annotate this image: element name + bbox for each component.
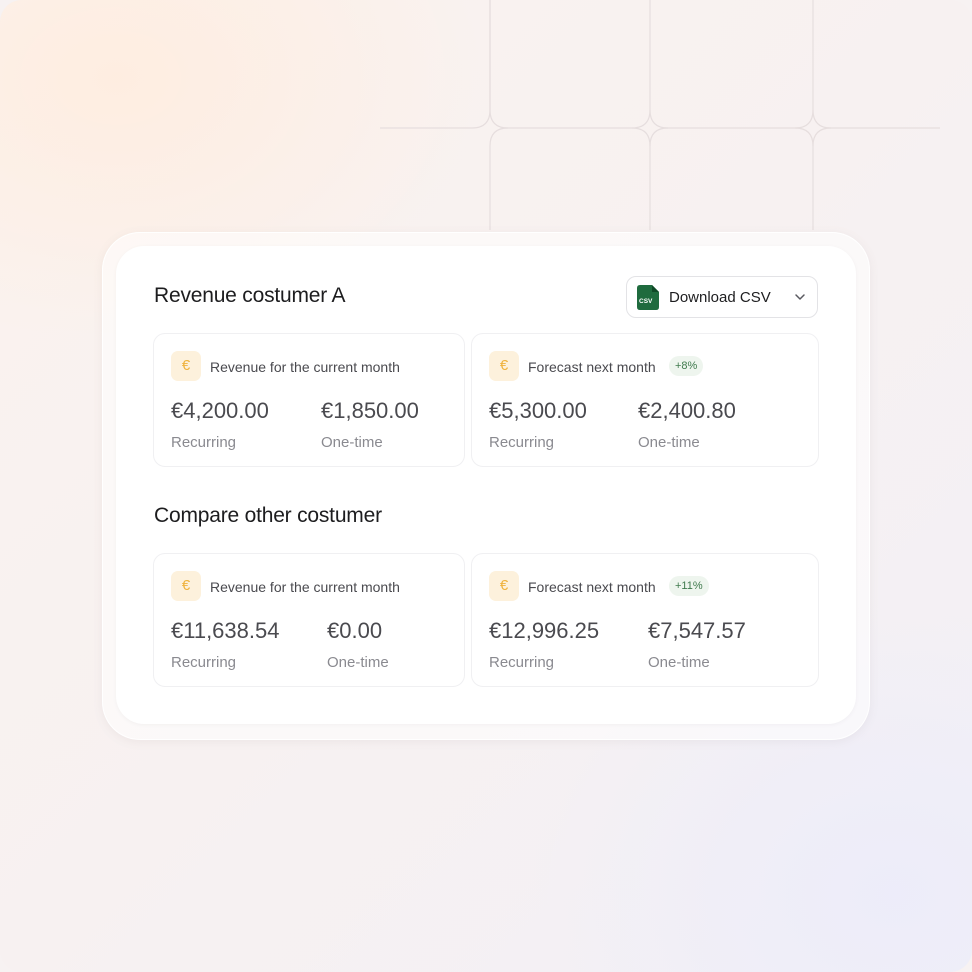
euro-icon: €: [171, 571, 201, 601]
csv-file-icon: CSV: [637, 285, 659, 310]
download-csv-label: Download CSV: [669, 289, 771, 306]
recurring-label: Recurring: [489, 654, 555, 671]
recurring-label: Recurring: [171, 434, 237, 451]
forecast-panel: € Forecast next month +8% €5,300.00 Recu…: [471, 333, 819, 467]
euro-icon: €: [171, 351, 201, 381]
section-title: Compare other costumer: [154, 504, 382, 527]
current-month-panel: € Revenue for the current month €4,200.0…: [153, 333, 465, 467]
onetime-label: One-time: [327, 654, 389, 671]
panel-label: Forecast next month: [528, 579, 656, 595]
onetime-amount: €0.00: [327, 618, 383, 643]
onetime-label: One-time: [638, 434, 700, 451]
panel-label: Forecast next month: [528, 359, 656, 375]
onetime-amount: €1,850.00: [321, 398, 419, 423]
page-title: Revenue costumer A: [154, 284, 346, 307]
compare-current-month-panel: € Revenue for the current month €11,638.…: [153, 553, 465, 687]
panel-label: Revenue for the current month: [210, 359, 400, 375]
recurring-label: Recurring: [489, 434, 555, 451]
compare-forecast-panel: € Forecast next month +11% €12,996.25 Re…: [471, 553, 819, 687]
recurring-label: Recurring: [171, 654, 237, 671]
recurring-amount: €11,638.54: [171, 618, 280, 643]
panel-label: Revenue for the current month: [210, 579, 400, 595]
onetime-label: One-time: [648, 654, 710, 671]
svg-text:CSV: CSV: [639, 298, 653, 305]
onetime-amount: €7,547.57: [648, 618, 746, 643]
revenue-card: Revenue costumer A CSV Download CSV € Re…: [116, 246, 856, 724]
euro-icon: €: [489, 351, 519, 381]
trend-badge: +8%: [669, 356, 704, 376]
euro-icon: €: [489, 571, 519, 601]
recurring-amount: €4,200.00: [171, 398, 269, 423]
trend-badge: +11%: [669, 576, 709, 596]
onetime-amount: €2,400.80: [638, 398, 736, 423]
recurring-amount: €5,300.00: [489, 398, 587, 423]
onetime-label: One-time: [321, 434, 383, 451]
recurring-amount: €12,996.25: [489, 618, 600, 643]
download-csv-button[interactable]: CSV Download CSV: [626, 276, 818, 318]
chevron-down-icon: [795, 294, 805, 300]
